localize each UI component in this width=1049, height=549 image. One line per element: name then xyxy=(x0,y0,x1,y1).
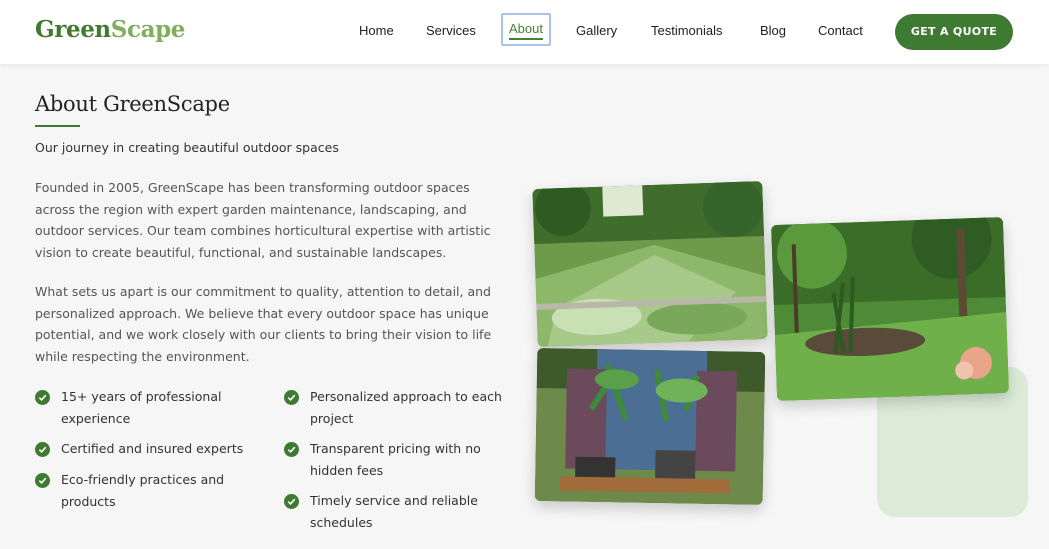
title-underline xyxy=(35,125,80,127)
feature-item: Certified and insured experts xyxy=(35,438,265,460)
feature-text: Transparent pricing with no hidden fees xyxy=(310,441,481,478)
logo-text-green: Green xyxy=(35,16,111,43)
about-paragraph-2: What sets us apart is our commitment to … xyxy=(35,284,492,364)
nav-contact[interactable]: Contact xyxy=(818,23,863,38)
nav-blog[interactable]: Blog xyxy=(760,23,786,38)
potted-plants-photo xyxy=(534,348,766,505)
check-circle-icon xyxy=(35,442,50,457)
feature-item: Personalized approach to each project xyxy=(284,386,514,429)
nav-home[interactable]: Home xyxy=(359,23,394,38)
check-circle-icon xyxy=(284,442,299,457)
feature-item: 15+ years of professional experience xyxy=(35,386,265,429)
check-circle-icon xyxy=(284,390,299,405)
green-garden-photo xyxy=(770,217,1010,401)
check-circle-icon xyxy=(35,473,50,488)
feature-text: Personalized approach to each project xyxy=(310,389,502,426)
feature-item: Eco-friendly practices and products xyxy=(35,469,265,512)
feature-text: 15+ years of professional experience xyxy=(61,389,222,426)
feature-text: Timely service and reliable schedules xyxy=(310,493,478,530)
nav-testimonials[interactable]: Testimonials xyxy=(651,23,723,38)
get-a-quote-button[interactable]: GET A QUOTE xyxy=(895,14,1013,50)
check-circle-icon xyxy=(284,494,299,509)
site-header: GreenScape Home Services About Gallery T… xyxy=(0,0,1049,64)
nav-about[interactable]: About xyxy=(501,13,551,46)
page-subtitle: Our journey in creating beautiful outdoo… xyxy=(35,140,339,155)
nav-gallery[interactable]: Gallery xyxy=(576,23,617,38)
garden-beds-photo xyxy=(532,181,768,347)
feature-item: Transparent pricing with no hidden fees xyxy=(284,438,514,481)
logo[interactable]: GreenScape xyxy=(35,16,185,43)
nav-services[interactable]: Services xyxy=(426,23,476,38)
feature-text: Eco-friendly practices and products xyxy=(61,472,225,509)
logo-text-scape: Scape xyxy=(110,16,186,43)
check-circle-icon xyxy=(35,390,50,405)
page-title: About GreenScape xyxy=(35,92,230,116)
feature-text: Certified and insured experts xyxy=(61,441,244,456)
nav-about-label: About xyxy=(509,21,543,40)
about-paragraph-1: Founded in 2005, GreenScape has been tra… xyxy=(35,180,491,260)
feature-item: Timely service and reliable schedules xyxy=(284,490,514,533)
